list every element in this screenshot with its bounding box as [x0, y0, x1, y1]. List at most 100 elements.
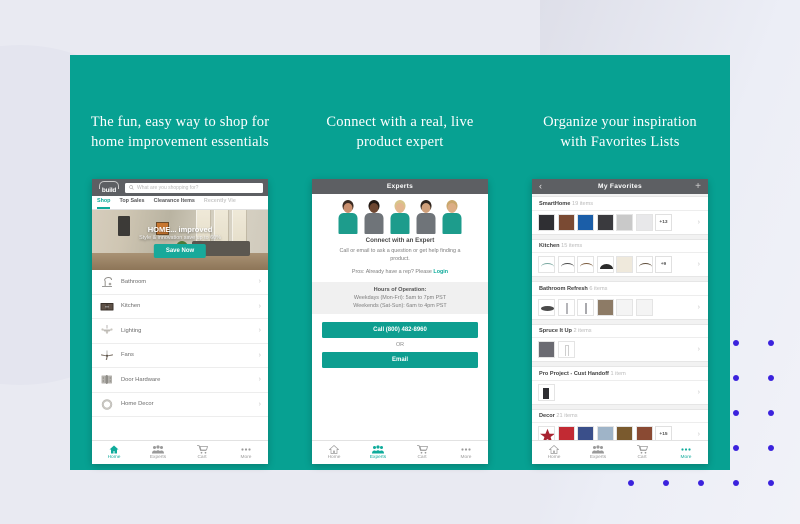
- search-input[interactable]: What are you shopping for?: [125, 182, 263, 193]
- chevron-right-icon: ›: [258, 400, 261, 408]
- favorites-list-smarthome[interactable]: SmartHome 19 items +13 ›: [532, 196, 708, 235]
- favorites-list-kitchen[interactable]: Kitchen 15 items +9 ›: [532, 238, 708, 277]
- product-thumbnail[interactable]: [577, 298, 594, 316]
- favorites-header: ‹ My Favorites +: [532, 179, 708, 194]
- tabbar-label: Home: [107, 455, 121, 460]
- list-header: SmartHome 19 items: [532, 197, 708, 211]
- category-label: Fans: [121, 352, 134, 359]
- decorative-dot: [733, 480, 739, 486]
- product-thumbnail[interactable]: [538, 256, 555, 273]
- experts-icon: [372, 445, 384, 454]
- overflow-count-badge[interactable]: +15: [655, 426, 672, 440]
- product-thumbnail[interactable]: [596, 426, 614, 440]
- tab-clearance-items[interactable]: Clearance Items: [154, 196, 195, 209]
- category-row-lighting[interactable]: Lighting ›: [92, 319, 268, 344]
- tabbar-label: Cart: [637, 455, 647, 460]
- product-thumbnail[interactable]: [538, 213, 555, 231]
- wreath-icon: [99, 397, 115, 411]
- list-count: 1 item: [610, 370, 626, 377]
- connect-title: Connect with an Expert: [365, 237, 435, 244]
- tabbar-label: Cart: [417, 455, 427, 460]
- category-row-home-decor[interactable]: Home Decor ›: [92, 393, 268, 417]
- category-row-door-hardware[interactable]: Door Hardware ›: [92, 368, 268, 393]
- product-thumbnail[interactable]: [616, 298, 633, 316]
- login-link[interactable]: Login: [433, 269, 448, 275]
- tabbar-cart[interactable]: Cart: [620, 441, 664, 464]
- tabbar-more[interactable]: More: [664, 441, 708, 464]
- tab-shop[interactable]: Shop: [97, 196, 111, 209]
- list-thumbnails: +9 ›: [532, 253, 708, 276]
- tabbar-home[interactable]: Home: [92, 441, 136, 464]
- product-thumbnail[interactable]: [577, 256, 594, 273]
- list-name: Spruce It Up: [539, 328, 572, 334]
- favorites-list-decor[interactable]: Decor 21 items +15 ›: [532, 408, 708, 440]
- product-thumbnail[interactable]: [538, 426, 555, 440]
- tabbar-experts[interactable]: Experts: [576, 441, 620, 464]
- product-thumbnail[interactable]: [538, 383, 555, 401]
- search-icon: [129, 185, 134, 190]
- chevron-right-icon: ›: [258, 302, 261, 310]
- tabbar-experts[interactable]: Experts: [356, 441, 400, 464]
- call-button[interactable]: Call (800) 482-8960: [322, 322, 478, 338]
- decorative-dot: [768, 375, 774, 381]
- tabbar-cart[interactable]: Cart: [180, 441, 224, 464]
- plus-icon[interactable]: +: [695, 181, 701, 192]
- product-thumbnail[interactable]: [596, 298, 614, 316]
- product-thumbnail[interactable]: [635, 213, 653, 231]
- hero-banner[interactable]: HOME... improved Style & innovation save…: [92, 210, 268, 270]
- product-thumbnail[interactable]: [616, 426, 633, 440]
- tabbar-home[interactable]: Home: [312, 441, 356, 464]
- favorites-list-bathroom-refresh[interactable]: Bathroom Refresh 6 items ›: [532, 281, 708, 320]
- product-thumbnail[interactable]: [557, 341, 575, 358]
- product-thumbnail[interactable]: [635, 426, 653, 440]
- save-now-button[interactable]: Save Now: [153, 244, 207, 258]
- category-row-fans[interactable]: Fans ›: [92, 344, 268, 368]
- tabbar-more[interactable]: More: [444, 441, 488, 464]
- product-thumbnail[interactable]: [557, 298, 575, 316]
- tabbar-cart[interactable]: Cart: [400, 441, 444, 464]
- decorative-dot: [663, 480, 669, 486]
- category-row-bathroom[interactable]: Bathroom ›: [92, 270, 268, 295]
- category-label: Door Hardware: [121, 376, 161, 383]
- tab-recently-viewed[interactable]: Recently Vie: [204, 196, 236, 209]
- product-thumbnail[interactable]: [616, 256, 633, 273]
- product-thumbnail[interactable]: [596, 256, 614, 273]
- tabbar-home[interactable]: Home: [532, 441, 576, 464]
- decorative-dot: [733, 410, 739, 416]
- list-header: Decor 21 items: [532, 410, 708, 423]
- overflow-count-badge[interactable]: +13: [655, 213, 672, 231]
- email-button[interactable]: Email: [322, 352, 478, 368]
- hours-title: Hours of Operation:: [373, 287, 427, 293]
- home-icon: [549, 445, 559, 454]
- phone-screen-favorites: ‹ My Favorites + SmartHome 19 items +13: [532, 179, 708, 464]
- chevron-right-icon: ›: [697, 431, 700, 438]
- product-thumbnail[interactable]: [538, 298, 555, 316]
- list-name: SmartHome: [539, 200, 571, 207]
- product-thumbnail[interactable]: [635, 298, 653, 316]
- experts-icon: [592, 445, 604, 454]
- list-thumbnails: ›: [532, 338, 708, 361]
- favorites-list-spruce-it-up[interactable]: Spruce It Up 2 items ›: [532, 323, 708, 362]
- product-thumbnail[interactable]: [596, 213, 614, 231]
- product-thumbnail[interactable]: [557, 426, 575, 440]
- tabbar-more[interactable]: More: [224, 441, 268, 464]
- experts-icon: [152, 445, 164, 454]
- overflow-count-badge[interactable]: +9: [655, 256, 672, 273]
- product-thumbnail[interactable]: [557, 256, 575, 273]
- product-thumbnail[interactable]: [635, 256, 653, 273]
- chevron-left-icon[interactable]: ‹: [539, 182, 542, 191]
- category-label: Kitchen: [121, 303, 141, 310]
- decorative-dot: [733, 445, 739, 451]
- tab-top-sales[interactable]: Top Sales: [119, 196, 144, 209]
- product-thumbnail[interactable]: [616, 213, 633, 231]
- tabbar-experts[interactable]: Experts: [136, 441, 180, 464]
- build-logo[interactable]: build: [97, 181, 121, 194]
- product-thumbnail[interactable]: [538, 341, 555, 358]
- product-thumbnail[interactable]: [577, 213, 594, 231]
- category-row-kitchen[interactable]: Kitchen ›: [92, 295, 268, 319]
- product-thumbnail[interactable]: [557, 213, 575, 231]
- list-thumbnails: +13 ›: [532, 211, 708, 234]
- hours-weekdays: Weekdays (Mon-Fri): 5am to 7pm PST: [353, 295, 447, 301]
- favorites-list-pro-project[interactable]: Pro Project - Cust Handoff 1 item ›: [532, 366, 708, 405]
- product-thumbnail[interactable]: [577, 426, 594, 440]
